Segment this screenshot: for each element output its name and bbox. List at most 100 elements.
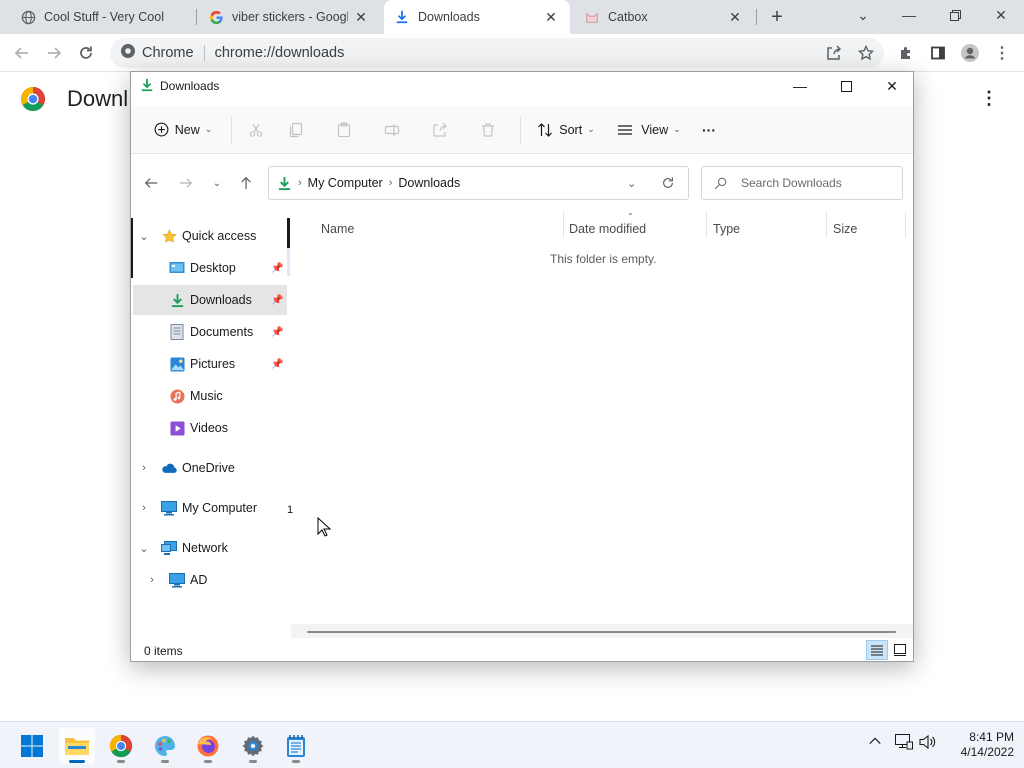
close-tab-icon[interactable]: ✕ [726,8,744,26]
details-view-button[interactable] [866,640,888,660]
tab-title: Downloads [418,10,480,24]
nav-label: Downloads [190,293,252,307]
address-dropdown-icon[interactable]: ⌄ [627,177,636,190]
extensions-icon[interactable] [892,39,920,67]
tab-downloads[interactable]: Downloads ✕ [384,0,570,34]
refresh-icon[interactable] [661,176,675,190]
pin-icon[interactable]: 📌 [271,359,283,370]
page-title: Downl [67,86,129,111]
tab-catbox[interactable]: Catbox ✕ [574,0,754,34]
paste-icon[interactable] [320,114,368,146]
tab-viber-stickers[interactable]: viber stickers - Google ✕ [198,0,380,34]
firefox-icon[interactable] [190,728,226,764]
nav-network[interactable]: ⌄ Network [131,533,289,563]
tab-search-icon[interactable]: ⌄ [840,0,886,30]
copy-icon[interactable] [272,114,320,146]
side-panel-icon[interactable] [924,39,952,67]
up-level-button[interactable] [233,170,259,196]
running-app-indicator [161,760,169,763]
explorer-back-button[interactable] [138,170,164,196]
pictures-icon [169,356,185,372]
windows-start-icon[interactable] [14,728,50,764]
cut-icon[interactable] [240,114,272,146]
new-tab-button[interactable]: + [764,4,790,30]
chevron-right-icon[interactable]: › [137,502,151,514]
view-button[interactable]: View ⌄ [609,114,689,146]
nav-downloads[interactable]: Downloads 📌 [133,285,287,315]
nav-quick-access[interactable]: ⌄ Quick access [131,221,289,251]
paint-icon[interactable] [147,728,183,764]
nav-videos[interactable]: Videos [131,413,289,443]
nav-desktop[interactable]: Desktop 📌 [131,253,289,283]
profile-avatar-icon[interactable] [956,39,984,67]
network-status-icon[interactable] [895,734,913,753]
pin-icon[interactable]: 📌 [271,295,283,306]
nav-documents[interactable]: Documents 📌 [131,317,289,347]
explorer-maximize-button[interactable] [823,72,869,100]
column-date-modified[interactable]: Date modified ⌄ [569,208,646,242]
delete-icon[interactable] [464,114,512,146]
volume-icon[interactable] [919,734,937,753]
column-name[interactable]: Name [321,216,354,242]
horizontal-scrollbar-thumb[interactable] [307,631,896,633]
column-divider[interactable] [826,212,827,238]
pin-icon[interactable]: 📌 [271,263,283,274]
settings-icon[interactable] [235,728,271,764]
column-divider[interactable] [905,212,906,238]
bookmark-star-icon[interactable] [852,39,880,67]
column-size[interactable]: Size [833,216,857,242]
tab-cool-stuff[interactable]: Cool Stuff - Very Cool [10,0,194,34]
omnibox-url[interactable]: chrome://downloads [215,45,345,61]
nav-music[interactable]: Music [131,381,289,411]
nav-ad[interactable]: › AD [131,565,289,595]
network-icon [161,540,177,556]
nav-my-computer[interactable]: › My Computer [131,493,289,523]
chevron-down-icon[interactable]: ⌄ [137,542,151,555]
close-tab-icon[interactable]: ✕ [352,8,370,26]
address-bar[interactable]: › My Computer › Downloads ⌄ [268,166,689,200]
sort-button[interactable]: Sort ⌄ [529,114,603,146]
chrome-menu-icon[interactable]: ⋮ [988,39,1016,67]
restore-button[interactable] [932,0,978,30]
search-input[interactable]: Search Downloads [701,166,903,200]
close-tab-icon[interactable]: ✕ [542,8,560,26]
chevron-right-icon[interactable]: › [145,574,159,586]
column-divider[interactable] [706,212,707,238]
reload-button[interactable] [72,39,100,67]
new-label: New [174,122,200,137]
back-button[interactable] [8,39,36,67]
omnibox[interactable]: Chrome chrome://downloads [110,38,884,68]
page-more-menu-icon[interactable]: ⋮ [980,88,998,109]
explorer-forward-button[interactable] [173,170,199,196]
column-type[interactable]: Type [713,216,740,242]
nav-onedrive[interactable]: › OneDrive [131,453,289,483]
breadcrumb-downloads[interactable]: Downloads [398,176,460,190]
taskbar-clock[interactable]: 8:41 PM 4/14/2022 [940,730,1014,760]
chevron-down-icon[interactable]: ⌄ [137,230,151,243]
breadcrumb-my-computer[interactable]: My Computer [308,176,383,190]
new-button[interactable]: New ⌄ [143,114,223,146]
column-divider[interactable] [563,212,564,238]
view-label: View [641,122,669,137]
show-hidden-icons-chevron-icon[interactable] [868,734,882,751]
file-explorer-icon[interactable] [59,728,95,764]
explorer-minimize-button[interactable]: — [777,72,823,100]
tiles-view-button[interactable] [889,640,911,660]
share-file-icon[interactable] [416,114,464,146]
explorer-title: Downloads [160,79,220,93]
notepad-icon[interactable] [278,728,314,764]
more-options-button[interactable]: ··· [689,114,729,146]
explorer-command-bar: New ⌄ Sort ⌄ View ⌄ ··· [131,106,913,154]
chevron-down-icon: ⌄ [673,124,681,134]
chrome-icon[interactable] [103,728,139,764]
explorer-close-button[interactable]: ✕ [869,72,915,100]
close-window-button[interactable]: ✕ [978,0,1024,30]
nav-pictures[interactable]: Pictures 📌 [131,349,289,379]
share-icon[interactable] [820,39,848,67]
pin-icon[interactable]: 📌 [271,327,283,338]
chevron-right-icon[interactable]: › [137,462,151,474]
forward-button[interactable] [40,39,68,67]
recent-locations-chevron-icon[interactable]: ⌄ [204,170,230,196]
minimize-button[interactable]: — [886,0,932,30]
rename-icon[interactable] [368,114,416,146]
